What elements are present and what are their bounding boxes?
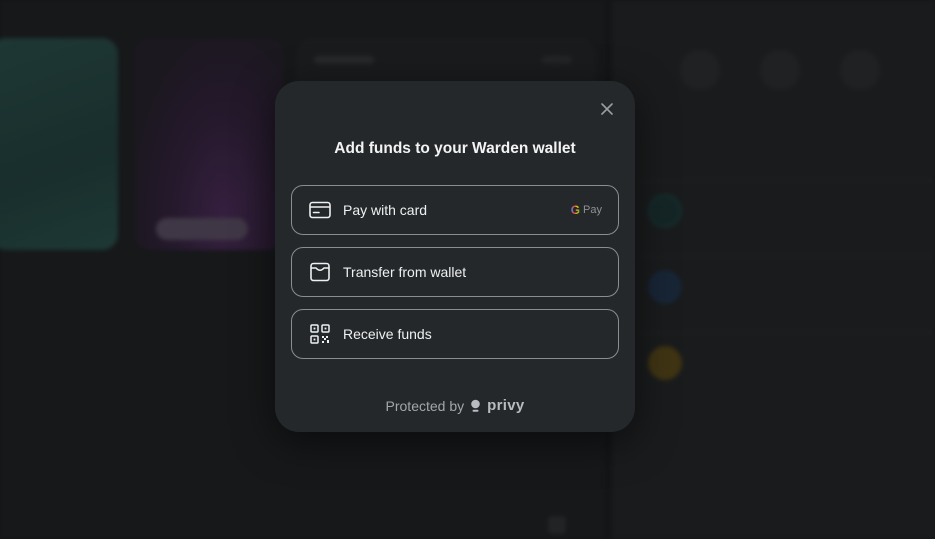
credit-card-icon: [309, 199, 331, 221]
wallet-icon: [309, 261, 331, 283]
receive-funds-button[interactable]: Receive funds: [291, 309, 619, 359]
google-pay-badge: G Pay: [571, 203, 602, 217]
pay-with-card-label: Pay with card: [343, 202, 428, 218]
pay-with-card-button[interactable]: Pay with card G Pay: [291, 185, 619, 235]
google-pay-text: Pay: [583, 204, 602, 216]
privy-brand: privy: [487, 397, 525, 414]
close-icon: [601, 103, 613, 115]
close-button[interactable]: [597, 99, 617, 119]
qr-code-icon: [309, 323, 331, 345]
google-pay-icon: G: [570, 203, 581, 217]
transfer-from-wallet-label: Transfer from wallet: [343, 264, 467, 280]
privy-logo-icon: [471, 399, 480, 412]
add-funds-modal: Add funds to your Warden wallet Pay with…: [275, 81, 635, 432]
protected-by-label: Protected by: [385, 397, 465, 414]
protected-by-footer: Protected by privy: [275, 397, 635, 414]
receive-funds-label: Receive funds: [343, 326, 432, 342]
transfer-from-wallet-button[interactable]: Transfer from wallet: [291, 247, 619, 297]
modal-title: Add funds to your Warden wallet: [334, 140, 576, 157]
